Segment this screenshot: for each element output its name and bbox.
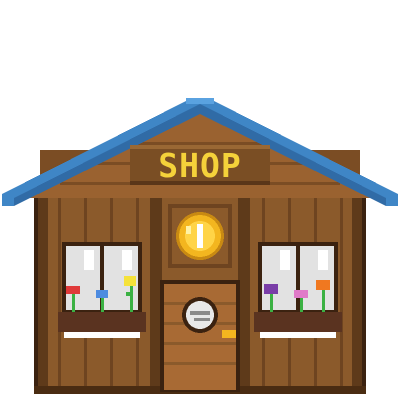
door-clock-window [182, 297, 218, 333]
sign-text: SHOP [158, 146, 241, 185]
left-planter [58, 312, 146, 332]
coin-emblem [168, 204, 232, 268]
shop-building: SHOP [2, 98, 398, 394]
right-planter [254, 312, 342, 332]
shop-door[interactable] [160, 280, 240, 392]
right-window [254, 242, 342, 338]
door-handle[interactable] [222, 330, 236, 338]
left-window [58, 242, 146, 338]
shop-sign: SHOP [130, 145, 270, 185]
shop-scene: SHOP [0, 0, 400, 400]
